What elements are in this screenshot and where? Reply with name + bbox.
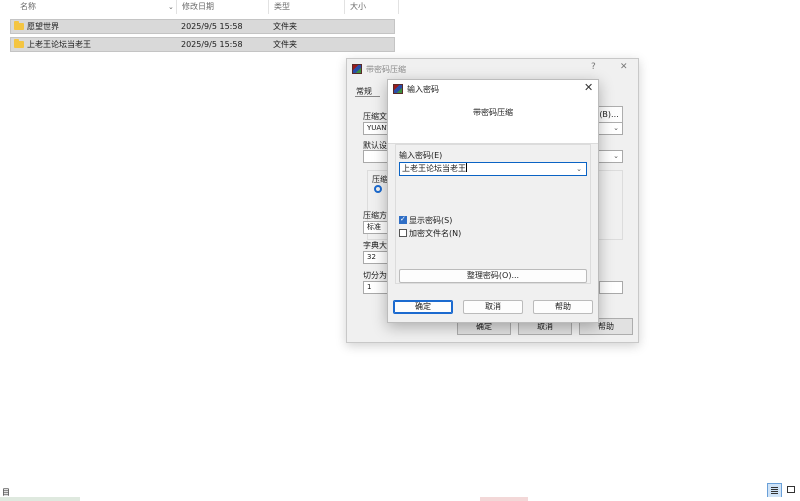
item-type: 文件夹: [273, 40, 297, 49]
column-type-label: 类型: [274, 2, 290, 11]
method-label: 压缩方: [363, 211, 387, 220]
item-name: 上老王论坛当老王: [27, 40, 91, 49]
tiles-view-icon[interactable]: [784, 483, 799, 498]
item-modified: 2025/9/5 15:58: [181, 22, 243, 31]
folder-icon: [14, 21, 24, 30]
format-radio[interactable]: [374, 185, 382, 193]
column-size-label: 大小: [350, 2, 366, 11]
split-value: 1: [367, 283, 372, 291]
help-label: 帮助: [598, 322, 614, 331]
organize-label: 整理密码(O)...: [466, 271, 520, 280]
column-type[interactable]: 类型: [268, 0, 344, 14]
text-cursor: [466, 163, 467, 172]
archive-name-label: 压缩文: [363, 112, 387, 121]
dictionary-value: 32: [367, 253, 376, 261]
method-value: 标准: [367, 223, 381, 231]
organize-passwords-button[interactable]: 整理密码(O)...: [399, 269, 587, 283]
dictionary-field[interactable]: 32: [363, 251, 389, 264]
browse-label: (B)...: [599, 110, 619, 119]
chevron-down-icon[interactable]: ⌄: [576, 163, 582, 175]
tab-indicator: [355, 96, 380, 97]
item-name: 愿望世界: [27, 22, 59, 31]
password-label: 输入密码(E): [399, 151, 443, 160]
list-item[interactable]: 愿望世界 2025/9/5 15:58 文件夹: [10, 19, 395, 34]
close-icon[interactable]: ✕: [620, 62, 628, 72]
dialog-title: 带密码压缩: [366, 65, 406, 74]
chevron-down-icon[interactable]: ⌄: [168, 0, 174, 14]
cancel-label: 取消: [485, 302, 501, 311]
split-label: 切分为: [363, 271, 387, 280]
dialog-title: 输入密码: [407, 85, 439, 94]
column-divider[interactable]: [398, 0, 399, 14]
ok-button[interactable]: 确定: [393, 300, 453, 314]
cancel-button[interactable]: 取消: [463, 300, 523, 314]
column-header: 名称 ⌄ 修改日期 类型 大小: [0, 0, 400, 15]
show-password-checkbox[interactable]: [399, 215, 407, 224]
column-name-label: 名称: [20, 2, 36, 11]
show-password-label[interactable]: 显示密码(S): [409, 215, 452, 226]
item-modified: 2025/9/5 15:58: [181, 40, 243, 49]
item-type: 文件夹: [273, 22, 297, 31]
column-name[interactable]: 名称: [14, 0, 176, 14]
ok-label: 确定: [415, 302, 431, 311]
chevron-down-icon[interactable]: ⌄: [613, 151, 619, 162]
ok-label: 确定: [476, 322, 492, 331]
method-field[interactable]: 标准: [363, 221, 389, 234]
format-label: 压缩: [372, 175, 388, 184]
winrar-icon: [352, 64, 362, 74]
split-unit-field[interactable]: [599, 281, 623, 294]
help-button[interactable]: 帮助: [533, 300, 593, 314]
dialog-header: [388, 98, 598, 144]
column-modified[interactable]: 修改日期: [176, 0, 268, 14]
password-input[interactable]: 上老王论坛当老王 ⌄: [399, 162, 587, 176]
chevron-down-icon[interactable]: ⌄: [613, 123, 619, 134]
cancel-label: 取消: [537, 322, 553, 331]
winrar-icon: [393, 84, 403, 94]
details-view-icon[interactable]: [767, 483, 782, 498]
list-item[interactable]: 上老王论坛当老王 2025/9/5 15:58 文件夹: [10, 37, 395, 52]
help-label: 帮助: [555, 302, 571, 311]
help-icon[interactable]: ?: [591, 62, 596, 72]
password-value: 上老王论坛当老王: [402, 164, 466, 173]
encrypt-filenames-checkbox[interactable]: [399, 229, 407, 237]
dictionary-label: 字典大: [363, 241, 387, 250]
dialog-header-text: 带密码压缩: [473, 108, 513, 117]
enter-password-dialog: 输入密码 ✕ 带密码压缩 输入密码(E) 上老王论坛当老王 ⌄ 显示密码(S) …: [387, 79, 599, 323]
close-icon[interactable]: ✕: [584, 82, 593, 94]
taskbar-edge: [0, 497, 800, 501]
folder-icon: [14, 39, 24, 48]
column-modified-label: 修改日期: [182, 2, 214, 11]
encrypt-filenames-label[interactable]: 加密文件名(N): [409, 228, 461, 239]
column-size[interactable]: 大小: [344, 0, 400, 14]
browse-button[interactable]: (B)...: [595, 106, 623, 123]
split-field[interactable]: 1: [363, 281, 389, 294]
dialog-titlebar[interactable]: 输入密码 ✕: [388, 80, 598, 98]
